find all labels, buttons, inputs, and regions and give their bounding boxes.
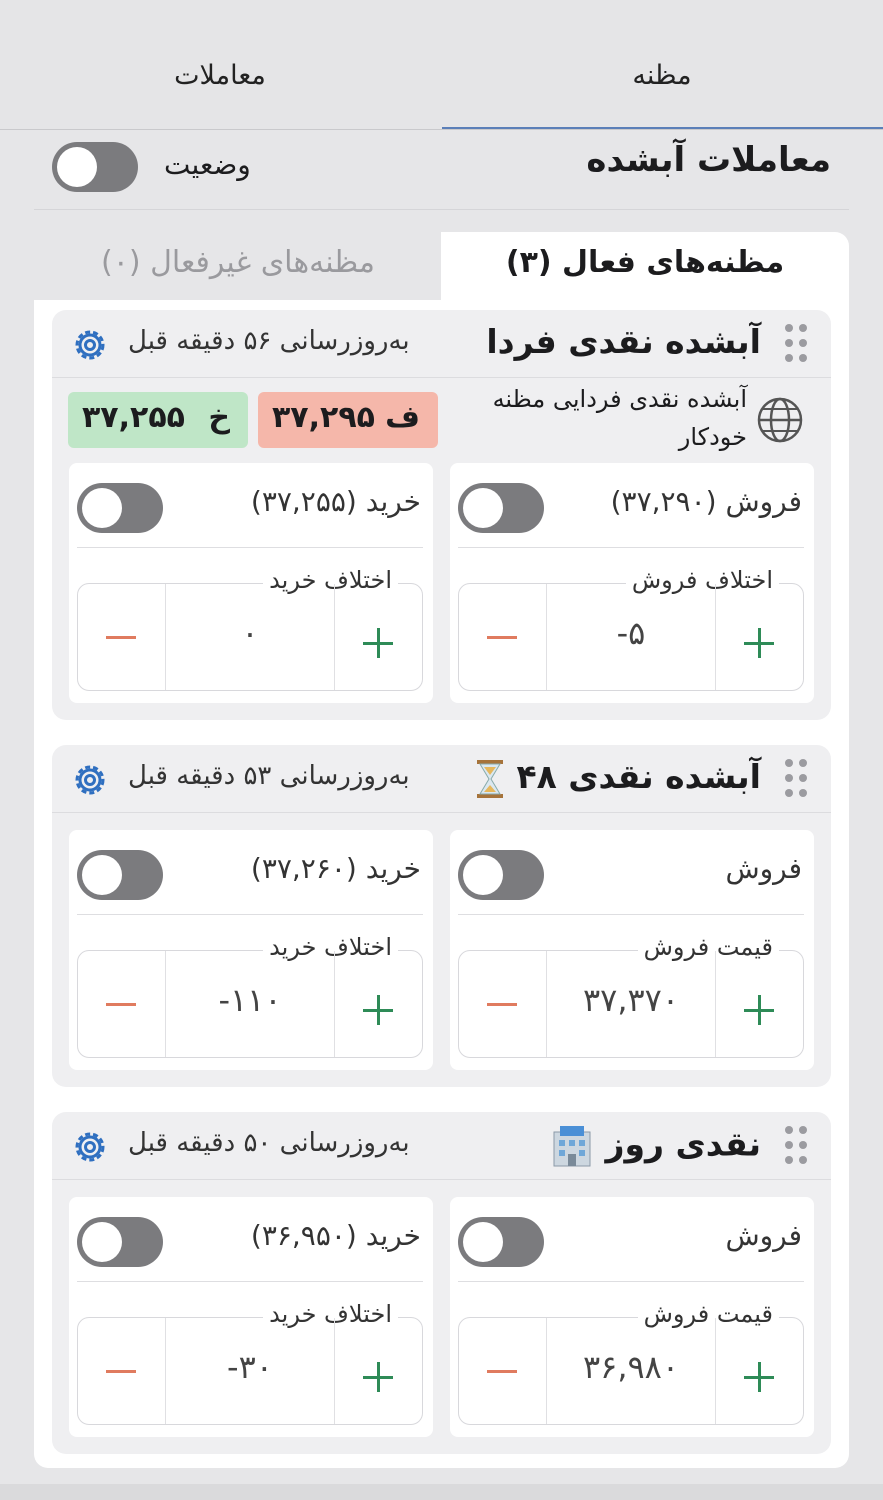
divider — [458, 914, 804, 915]
card-header: آبشده نقدی فردا به‌روزرسانی ۵۶ دقیقه قبل — [52, 310, 831, 378]
segment-inactive-quotes[interactable]: مظنه‌های غیرفعال (۰) — [48, 245, 428, 280]
minus-icon — [106, 636, 136, 639]
buy-stepper: اختلاف خرید -۱۱۰ — [77, 933, 423, 1058]
minus-icon — [487, 636, 517, 639]
minus-button[interactable] — [78, 584, 166, 690]
sell-panel: فروش قیمت فروش ۳۶,۹۸۰ — [450, 1197, 814, 1437]
divider — [458, 547, 804, 548]
card-updated-time: به‌روزرسانی ۵۰ دقیقه قبل — [128, 1128, 410, 1158]
drag-handle-icon[interactable] — [785, 1126, 811, 1166]
sell-stepper: قیمت فروش ۳۶,۹۸۰ — [458, 1300, 804, 1425]
stepper-value[interactable]: -۵ — [547, 614, 715, 652]
sell-price-chip: ف ۳۷,۲۹۵ — [258, 392, 438, 448]
segment-active-quotes[interactable]: مظنه‌های فعال (۳) — [455, 245, 835, 280]
minus-icon — [487, 1370, 517, 1373]
sell-label: فروش (۳۷,۲۹۰) — [610, 485, 802, 518]
gear-icon[interactable] — [70, 1127, 110, 1167]
plus-button[interactable] — [715, 1318, 803, 1424]
buy-panel: خرید (۳۷,۲۵۵) اختلاف خرید ۰ — [69, 463, 433, 703]
buy-panel: خرید (۳۶,۹۵۰) اختلاف خرید -۳۰ — [69, 1197, 433, 1437]
minus-button[interactable] — [459, 1318, 547, 1424]
stepper-value[interactable]: -۱۱۰ — [166, 981, 334, 1019]
buy-panel: خرید (۳۷,۲۶۰) اختلاف خرید -۱۱۰ — [69, 830, 433, 1070]
divider — [77, 547, 423, 548]
card-title-text: آبشده نقدی ۴۸ — [516, 757, 761, 796]
page-title: معاملات آبشده — [586, 140, 831, 180]
stepper-value[interactable]: -۳۰ — [166, 1348, 334, 1386]
card-header: نقدی روز به‌روزرسانی ۵۰ دقیقه قبل — [52, 1112, 831, 1180]
stepper-value[interactable]: ۰ — [166, 614, 334, 652]
page-header: معاملات آبشده وضعیت — [34, 130, 849, 210]
sell-panel: فروش قیمت فروش ۳۷,۳۷۰ — [450, 830, 814, 1070]
buy-toggle[interactable] — [77, 1217, 163, 1267]
stepper-value[interactable]: ۳۶,۹۸۰ — [547, 1348, 715, 1386]
bottom-bar — [0, 1484, 883, 1500]
gear-icon[interactable] — [70, 325, 110, 365]
sell-toggle[interactable] — [458, 850, 544, 900]
minus-button[interactable] — [459, 951, 547, 1057]
bank-icon — [553, 1126, 591, 1167]
quote-source: آبشده نقدی فردایی مظنه خودکار — [492, 385, 747, 451]
minus-button[interactable] — [78, 951, 166, 1057]
buy-toggle[interactable] — [77, 483, 163, 533]
card-title: آبشده نقدی ۴۸ — [475, 757, 761, 799]
plus-button[interactable] — [334, 1318, 422, 1424]
top-tab-bar: مظنه معاملات — [0, 0, 883, 130]
drag-handle-icon[interactable] — [785, 759, 811, 799]
status-label: وضعیت — [164, 148, 251, 181]
buy-stepper: اختلاف خرید ۰ — [77, 566, 423, 691]
card-title-text: نقدی روز — [605, 1124, 761, 1164]
minus-icon — [106, 1370, 136, 1373]
card-updated-time: به‌روزرسانی ۵۳ دقیقه قبل — [128, 761, 410, 791]
divider — [458, 1281, 804, 1282]
sell-stepper: اختلاف فروش -۵ — [458, 566, 804, 691]
stepper-value[interactable]: ۳۷,۳۷۰ — [547, 981, 715, 1019]
sell-label: فروش — [725, 852, 802, 885]
card-title: آبشده نقدی فردا — [486, 322, 761, 361]
tab-indicator — [442, 127, 883, 129]
buy-chip-value: ۳۷,۲۵۵ — [82, 400, 185, 435]
tab-mazneh[interactable]: مظنه — [512, 60, 812, 91]
buy-stepper: اختلاف خرید -۳۰ — [77, 1300, 423, 1425]
gear-icon[interactable] — [70, 760, 110, 800]
minus-icon — [106, 1003, 136, 1006]
card-updated-time: به‌روزرسانی ۵۶ دقیقه قبل — [128, 326, 410, 356]
divider — [77, 914, 423, 915]
globe-icon — [757, 397, 803, 443]
sell-panel: فروش (۳۷,۲۹۰) اختلاف فروش -۵ — [450, 463, 814, 703]
buy-chip-letter: خ — [208, 400, 230, 435]
tab-moamelat[interactable]: معاملات — [70, 60, 370, 91]
minus-button[interactable] — [459, 584, 547, 690]
card-title: نقدی روز — [550, 1124, 761, 1168]
buy-price-chip: خ ۳۷,۲۵۵ — [68, 392, 248, 448]
buy-label: خرید (۳۷,۲۵۵) — [250, 485, 421, 518]
sell-toggle[interactable] — [458, 1217, 544, 1267]
buy-toggle[interactable] — [77, 850, 163, 900]
plus-button[interactable] — [334, 951, 422, 1057]
divider — [77, 1281, 423, 1282]
status-toggle[interactable] — [52, 142, 138, 192]
minus-button[interactable] — [78, 1318, 166, 1424]
plus-button[interactable] — [715, 951, 803, 1057]
sell-stepper: قیمت فروش ۳۷,۳۷۰ — [458, 933, 804, 1058]
sell-chip-letter: ف — [385, 400, 420, 435]
sell-toggle[interactable] — [458, 483, 544, 533]
minus-icon — [487, 1003, 517, 1006]
buy-label: خرید (۳۷,۲۶۰) — [250, 852, 421, 885]
plus-button[interactable] — [334, 584, 422, 690]
sell-chip-value: ۳۷,۲۹۵ — [272, 400, 375, 435]
hourglass-icon — [476, 759, 503, 798]
card-header: آبشده نقدی ۴۸ به‌روزرسانی ۵۳ دقیقه قبل — [52, 745, 831, 813]
sell-label: فروش — [725, 1219, 802, 1252]
drag-handle-icon[interactable] — [785, 324, 811, 364]
plus-button[interactable] — [715, 584, 803, 690]
buy-label: خرید (۳۶,۹۵۰) — [250, 1219, 421, 1252]
